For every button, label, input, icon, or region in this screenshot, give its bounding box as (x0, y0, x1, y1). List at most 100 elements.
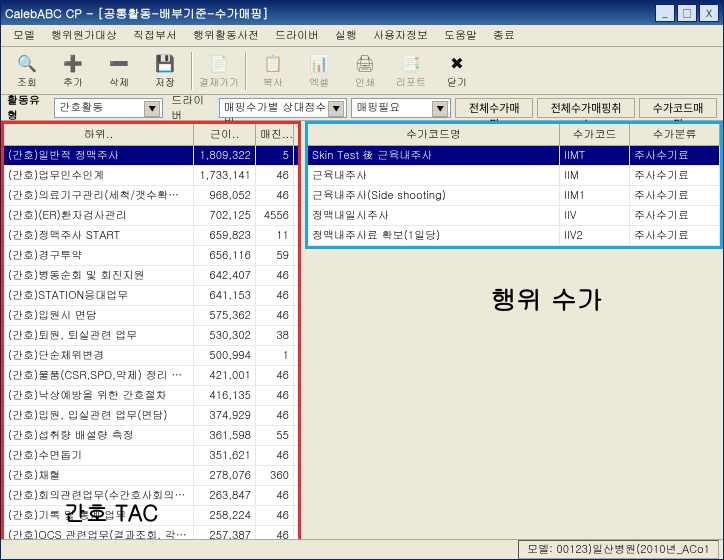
toolbar-separator (245, 52, 247, 90)
toolbar: 🔍조회➕추가➖삭제💾저장📄결재가기📋복사📊엑셀🖨인쇄📑리포트✖닫기 (1, 47, 723, 95)
toolbar-label: 리포트 (396, 75, 426, 89)
table-row[interactable]: (간호)입원, 입실관련 업무(면담)374,92946 (4, 406, 298, 426)
table-row[interactable]: (간호)단순체위변경500,9941 (4, 346, 298, 366)
cell-v1: 968,052 (194, 186, 256, 205)
col-val1[interactable]: 근이.. (194, 124, 256, 145)
cell-name: (간호)퇴원, 퇴실관련 업무 (4, 326, 194, 345)
toolbar-button[interactable]: ➕추가 (51, 50, 95, 92)
page-title: CalebABC CP - [공통활동-배부기준-수가매핑] (5, 5, 655, 22)
cell-v1: 500,994 (194, 346, 256, 365)
toolbar-button[interactable]: ➖삭제 (97, 50, 141, 92)
toolbar-icon: ✖ (447, 53, 467, 73)
cell-name: (간호)정맥주사 START (4, 226, 194, 245)
toolbar-button: 🖨인쇄 (343, 50, 387, 92)
toolbar-label: 복사 (263, 75, 283, 89)
table-row[interactable]: (간호)OCS 관련업무(결과조회, 각종출력257,38746 (4, 526, 298, 539)
table-row[interactable]: (간호)퇴원, 퇴실관련 업무530,30238 (4, 326, 298, 346)
toolbar-button[interactable]: ✖닫기 (435, 50, 479, 92)
status-model: 모델: 00123)일산병원(2010년_ACo1 (518, 540, 719, 559)
table-row[interactable]: (간호)STATION응대업무641,15346 (4, 286, 298, 306)
cell-v2: 1 (256, 346, 294, 365)
app-window: CalebABC CP - [공통활동-배부기준-수가매핑] _ □ X 모델행… (0, 0, 724, 560)
table-row[interactable]: (간호)기록 및 통계 업무258,22446 (4, 506, 298, 526)
cell-name: (간호)업무인수인계 (4, 166, 194, 185)
toolbar-button[interactable]: 🔍조회 (5, 50, 49, 92)
cell-v2: 46 (256, 306, 294, 325)
cell-v2: 59 (256, 246, 294, 265)
toolbar-button: 📋 복사 (251, 50, 295, 92)
cell-v2: 46 (256, 406, 294, 425)
menu-item[interactable]: 드라이버 (267, 26, 327, 45)
table-row[interactable]: (간호)병동순회 및 회진지원642,40746 (4, 266, 298, 286)
table-row[interactable]: Skin Test 後 근육내주사IIMT주사수기료 (308, 146, 720, 166)
table-row[interactable]: 정맥내주사료 확보(1일당)IIV2주사수기료 (308, 226, 720, 246)
minimize-button[interactable]: _ (655, 4, 675, 22)
driver-combo[interactable]: 매핑수가별 상대점수비 (219, 98, 348, 118)
map-code-button[interactable]: 수가코드매핑 (639, 98, 717, 118)
cell-v1: 361,598 (194, 426, 256, 445)
activity-panel: 하위.. 근이.. 매진... (간호)일반적 정맥주사1,809,3225(간… (1, 121, 301, 539)
cell-v2: 46 (256, 506, 294, 525)
toolbar-label: 인쇄 (355, 75, 375, 89)
table-row[interactable]: 근육내주사(Side shooting)IIM1주사수기료 (308, 186, 720, 206)
table-row[interactable]: (간호)의료기구관리(세척/갯수확인/소독968,05246 (4, 186, 298, 206)
menu-item[interactable]: 모델 (5, 26, 43, 45)
table-row[interactable]: (간호)(ER)환자검사관리702,1254556 (4, 206, 298, 226)
cell-fee-cat: 주사수기료 (630, 146, 720, 165)
menu-item[interactable]: 행위활동사전 (185, 26, 267, 45)
mapping-filter-combo[interactable]: 매핑필요 (351, 98, 451, 118)
toolbar-button[interactable]: 💾저장 (143, 50, 187, 92)
cell-v1: 641,153 (194, 286, 256, 305)
table-row[interactable]: (간호)업무인수인계1,733,14146 (4, 166, 298, 186)
col-activity-name[interactable]: 하위.. (4, 124, 194, 145)
fee-grid: 수가코드명 수가코드 수가분류 Skin Test 後 근육내주사IIMT주사수… (308, 124, 720, 246)
toolbar-icon: 🔍 (17, 53, 37, 73)
table-row[interactable]: (간호)물품(CSR,SPD,약제) 정리 및 보관421,00146 (4, 366, 298, 386)
table-row[interactable]: (간호)정맥주사 START659,82311 (4, 226, 298, 246)
col-fee-code[interactable]: 수가코드 (560, 124, 630, 145)
toolbar-separator (191, 52, 193, 90)
toolbar-label: 저장 (155, 75, 175, 89)
cell-name: (간호)병동순회 및 회진지원 (4, 266, 194, 285)
menu-item[interactable]: 실행 (327, 26, 365, 45)
table-row[interactable]: (간호)섭취량 배설량 측정361,59855 (4, 426, 298, 446)
table-row[interactable]: (간호)채혈278,076360 (4, 466, 298, 486)
col-fee-name[interactable]: 수가코드명 (308, 124, 560, 145)
table-row[interactable]: (간호)회의관련업무(수간호사회의,중간관263,84746 (4, 486, 298, 506)
cell-fee-code: IIV (560, 206, 630, 225)
cell-v2: 46 (256, 286, 294, 305)
table-row[interactable]: (간호)수면돕기351,62146 (4, 446, 298, 466)
col-fee-cat[interactable]: 수가분류 (630, 124, 720, 145)
cell-name: (간호)(ER)환자검사관리 (4, 206, 194, 225)
table-row[interactable]: 근육내주사IIM주사수기료 (308, 166, 720, 186)
menu-item[interactable]: 행위원가대상 (43, 26, 125, 45)
table-row[interactable]: (간호)일반적 정맥주사1,809,3225 (4, 146, 298, 166)
menu-item[interactable]: 종료 (485, 26, 523, 45)
cell-fee-name: Skin Test 後 근육내주사 (308, 146, 560, 165)
unmap-all-button[interactable]: 전체수가매핑취소 (537, 98, 635, 118)
fee-grid-body[interactable]: Skin Test 後 근육내주사IIMT주사수기료근육내주사IIM주사수기료근… (308, 146, 720, 246)
map-all-button[interactable]: 전체수가매핑 (455, 98, 533, 118)
menu-item[interactable]: 직접부서 (125, 26, 185, 45)
toolbar-icon: ➕ (63, 53, 83, 73)
cell-v2: 46 (256, 446, 294, 465)
toolbar-icon: 📋 (263, 53, 283, 73)
cell-v1: 575,362 (194, 306, 256, 325)
maximize-button[interactable]: □ (677, 4, 697, 22)
close-button[interactable]: X (699, 4, 719, 22)
cell-v1: 258,224 (194, 506, 256, 525)
table-row[interactable]: (간호)입원시 면담575,36246 (4, 306, 298, 326)
table-row[interactable]: (간호)낙상예방을 위한 간호절차416,13546 (4, 386, 298, 406)
table-row[interactable]: 정맥내일시주사IIV주사수기료 (308, 206, 720, 226)
col-val2[interactable]: 매진... (256, 124, 294, 145)
cell-name: (간호)단순체위변경 (4, 346, 194, 365)
cell-fee-name: 근육내주사 (308, 166, 560, 185)
cell-v1: 702,125 (194, 206, 256, 225)
toolbar-button: 📑리포트 (389, 50, 433, 92)
menu-item[interactable]: 사용자정보 (365, 26, 436, 45)
activity-type-combo[interactable]: 간호활동 (54, 98, 163, 118)
activity-grid-body[interactable]: (간호)일반적 정맥주사1,809,3225(간호)업무인수인계1,733,14… (4, 146, 298, 539)
cell-fee-cat: 주사수기료 (630, 186, 720, 205)
menu-item[interactable]: 도움말 (436, 26, 485, 45)
table-row[interactable]: (간호)경구투약656,11659 (4, 246, 298, 266)
